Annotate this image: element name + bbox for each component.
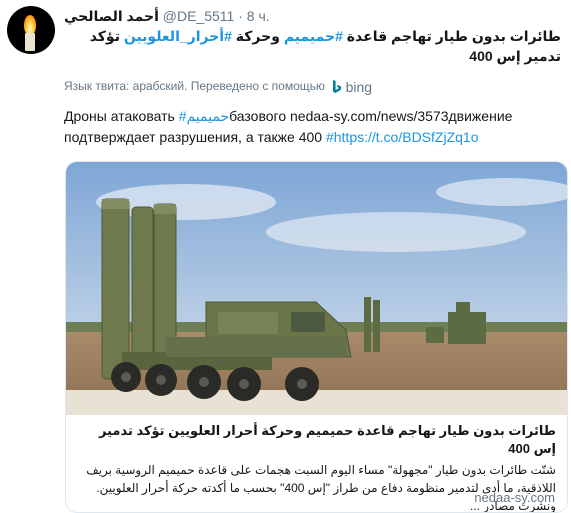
display-name[interactable]: أحمد الصالحي: [64, 8, 159, 24]
translation-notice: Язык твита: арабский. Переведено с помощ…: [64, 79, 372, 95]
card-domain[interactable]: nedaa-sy.com: [474, 490, 555, 505]
hashtag-link[interactable]: #حميميم: [284, 28, 343, 44]
translated-text: Дроны атаковать #حميميمбазового nedaa-sy…: [64, 106, 564, 148]
user-handle[interactable]: @DE_5511: [163, 8, 235, 24]
bing-logo-icon: [333, 80, 342, 93]
tweet-timestamp[interactable]: 8 ч.: [247, 8, 270, 24]
tweet-url-link[interactable]: #https://t.co/BDSfZjZq1o: [326, 129, 479, 145]
header-separator: ·: [238, 8, 243, 24]
hashtag-link[interactable]: #حميميم: [179, 108, 229, 124]
tweet-original-text: طائرات بدون طيار تهاجم قاعدة #حميميم وحر…: [64, 26, 561, 66]
card-description[interactable]: شنّت طائرات بدون طيار "مجهولة" مساء اليو…: [76, 461, 556, 512]
tweet-header: أحمد الصالحي @DE_5511 · 8 ч.: [64, 8, 270, 25]
card-image[interactable]: [66, 162, 568, 415]
avatar[interactable]: [7, 6, 55, 54]
candle-flame-icon: [24, 15, 36, 35]
translation-provider[interactable]: bing: [346, 79, 372, 95]
link-preview-card[interactable]: طائرات بدون طيار تهاجم قاعدة حميميم وحرك…: [65, 161, 568, 513]
original-text-mid: وحركة: [231, 28, 284, 44]
candle-icon: [25, 33, 35, 51]
card-title[interactable]: طائرات بدون طيار تهاجم قاعدة حميميم وحرك…: [76, 422, 556, 458]
translation-notice-text: Язык твита: арабский. Переведено с помощ…: [64, 79, 325, 94]
hashtag-link[interactable]: #أحرار_العلويين: [124, 28, 232, 44]
translated-before: Дроны атаковать: [64, 108, 179, 124]
original-text-main: طائرات بدون طيار تهاجم قاعدة: [342, 28, 561, 44]
